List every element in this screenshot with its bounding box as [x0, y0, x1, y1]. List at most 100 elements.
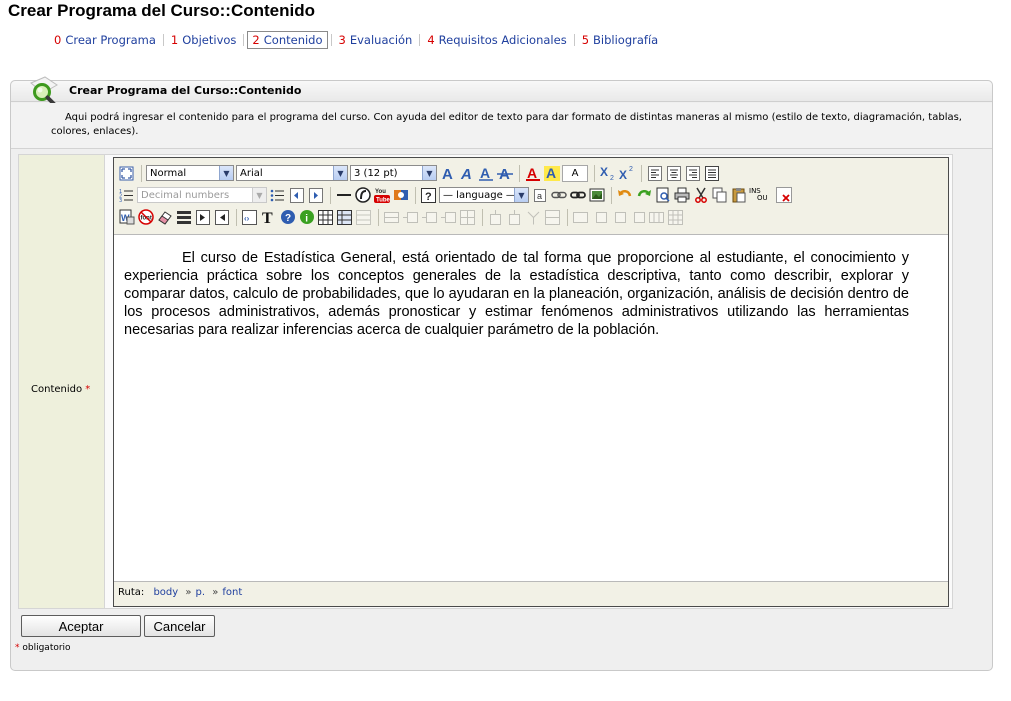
- copy-row-icon[interactable]: [610, 209, 627, 226]
- fullscreen-icon[interactable]: [118, 165, 135, 182]
- required-star: *: [85, 384, 91, 395]
- info-icon[interactable]: i: [298, 209, 315, 226]
- step-requisitos-adicionales[interactable]: 4 Requisitos Adicionales: [423, 31, 570, 49]
- panel-header: Crear Programa del Curso::Contenido: [11, 76, 992, 106]
- table-grid-icon[interactable]: [667, 209, 684, 226]
- step-label: Contenido: [263, 33, 323, 47]
- print-icon[interactable]: [673, 187, 690, 204]
- path-p-link[interactable]: p.: [196, 587, 206, 598]
- svg-text:Tube: Tube: [376, 198, 390, 204]
- insert-row-icon[interactable]: [383, 209, 400, 226]
- toolbar-separator: [519, 164, 520, 182]
- editor-content-area[interactable]: El curso de Estadística General, está or…: [114, 234, 948, 582]
- list-style-select[interactable]: Decimal numbers ▼: [137, 187, 267, 203]
- table-properties-icon[interactable]: [336, 209, 353, 226]
- cell-properties-icon[interactable]: [355, 209, 372, 226]
- attribute-icon[interactable]: a: [531, 187, 548, 204]
- required-note-text: obligatorio: [22, 643, 71, 653]
- language-select[interactable]: — language — ▼: [439, 187, 529, 203]
- help-circle-icon[interactable]: ?: [279, 209, 296, 226]
- highlight-color-icon[interactable]: A: [543, 165, 560, 182]
- step-number: 3: [338, 33, 346, 47]
- font-color-icon[interactable]: A: [524, 165, 541, 182]
- paste-icon[interactable]: [730, 187, 747, 204]
- cut-icon[interactable]: [692, 187, 709, 204]
- underline-icon[interactable]: A: [477, 165, 494, 182]
- align-center-icon[interactable]: [665, 165, 682, 182]
- accept-button[interactable]: Aceptar: [21, 615, 141, 637]
- step-number: 0: [54, 33, 62, 47]
- svg-text:X: X: [600, 165, 608, 179]
- superscript-icon[interactable]: X2: [618, 165, 635, 182]
- align-justify-icon[interactable]: [703, 165, 720, 182]
- text-sample-box[interactable]: A: [562, 164, 588, 182]
- wizard-steps: 0 Crear Programa 1 Objetivos 2 Contenido 3E…: [50, 31, 662, 49]
- font-select-value: Arial: [240, 167, 263, 179]
- strikethrough-icon[interactable]: A: [496, 165, 513, 182]
- step-label: Crear Programa: [65, 33, 156, 47]
- media-icon[interactable]: [392, 187, 409, 204]
- select-all-icon[interactable]: [175, 209, 192, 226]
- eraser-icon[interactable]: [156, 209, 173, 226]
- cancel-button[interactable]: Cancelar: [144, 615, 215, 637]
- path-body-link[interactable]: body: [153, 587, 178, 598]
- toolbar-separator: [415, 186, 416, 204]
- preview-icon[interactable]: [654, 187, 671, 204]
- unlink-icon[interactable]: [569, 187, 586, 204]
- path-font-link[interactable]: font: [222, 587, 242, 598]
- font-family-select[interactable]: Arial ▼: [236, 165, 348, 181]
- delete-col-icon[interactable]: [525, 209, 542, 226]
- align-right-icon[interactable]: [684, 165, 701, 182]
- format-select[interactable]: Normal ▼: [146, 165, 234, 181]
- copy-icon[interactable]: [711, 187, 728, 204]
- paste-row-after-icon[interactable]: [648, 209, 665, 226]
- editor-content-text[interactable]: El curso de Estadística General, está or…: [124, 249, 909, 339]
- ordered-list-icon[interactable]: 123: [118, 187, 135, 204]
- outdent-icon[interactable]: [288, 187, 305, 204]
- toolbar-row-1: Normal ▼ Arial ▼ 3 (12 pt) ▼ A A A A A A A …: [118, 163, 722, 183]
- insert-after-icon[interactable]: [194, 209, 211, 226]
- undo-icon[interactable]: [616, 187, 633, 204]
- subscript-icon[interactable]: X2: [599, 165, 616, 182]
- bold-icon[interactable]: A: [439, 165, 456, 182]
- remove-font-icon[interactable]: font: [137, 209, 154, 226]
- spellcheck-icon[interactable]: T: [260, 209, 277, 226]
- delete-row-icon[interactable]: [440, 209, 457, 226]
- table-icon[interactable]: [317, 209, 334, 226]
- italic-icon[interactable]: A: [458, 165, 475, 182]
- insert-before-icon[interactable]: [213, 209, 230, 226]
- insert-col-before-icon[interactable]: [487, 209, 504, 226]
- rich-text-editor: Normal ▼ Arial ▼ 3 (12 pt) ▼ A A A A A A A …: [113, 157, 949, 607]
- image-icon[interactable]: [588, 187, 605, 204]
- html-source-icon[interactable]: ‹›: [241, 209, 258, 226]
- ins-del-button[interactable]: INS OU: [749, 187, 773, 204]
- svg-text:X: X: [619, 168, 627, 181]
- redo-icon[interactable]: [635, 187, 652, 204]
- row-props-icon[interactable]: [572, 209, 589, 226]
- insert-row-after-icon[interactable]: [421, 209, 438, 226]
- indent-icon[interactable]: [307, 187, 324, 204]
- unordered-list-icon[interactable]: [269, 187, 286, 204]
- flash-icon[interactable]: [354, 187, 371, 204]
- paste-row-before-icon[interactable]: [629, 209, 646, 226]
- insert-col-after-icon[interactable]: [506, 209, 523, 226]
- youtube-icon[interactable]: You Tube: [373, 187, 390, 204]
- help-icon[interactable]: ?: [420, 187, 437, 204]
- toolbar-separator: [594, 164, 595, 182]
- step-contenido[interactable]: 2 Contenido: [247, 31, 328, 49]
- paste-word-icon[interactable]: W: [118, 209, 135, 226]
- align-left-icon[interactable]: [646, 165, 663, 182]
- split-cells-icon[interactable]: [459, 209, 476, 226]
- remove-format-icon[interactable]: [775, 187, 792, 204]
- insert-row-before-icon[interactable]: [402, 209, 419, 226]
- step-crear-programa[interactable]: 0 Crear Programa: [50, 31, 160, 49]
- font-size-select[interactable]: 3 (12 pt) ▼: [350, 165, 437, 181]
- merge-cells-icon[interactable]: [544, 209, 561, 226]
- step-objetivos[interactable]: 1 Objetivos: [167, 31, 241, 49]
- step-bibliografia[interactable]: 5 Bibliografía: [578, 31, 663, 49]
- cut-row-icon[interactable]: [591, 209, 608, 226]
- svg-text:2: 2: [610, 175, 614, 181]
- horizontal-rule-icon[interactable]: [335, 187, 352, 204]
- step-evaluacion[interactable]: 3 Evaluación: [335, 31, 417, 49]
- link-icon[interactable]: [550, 187, 567, 204]
